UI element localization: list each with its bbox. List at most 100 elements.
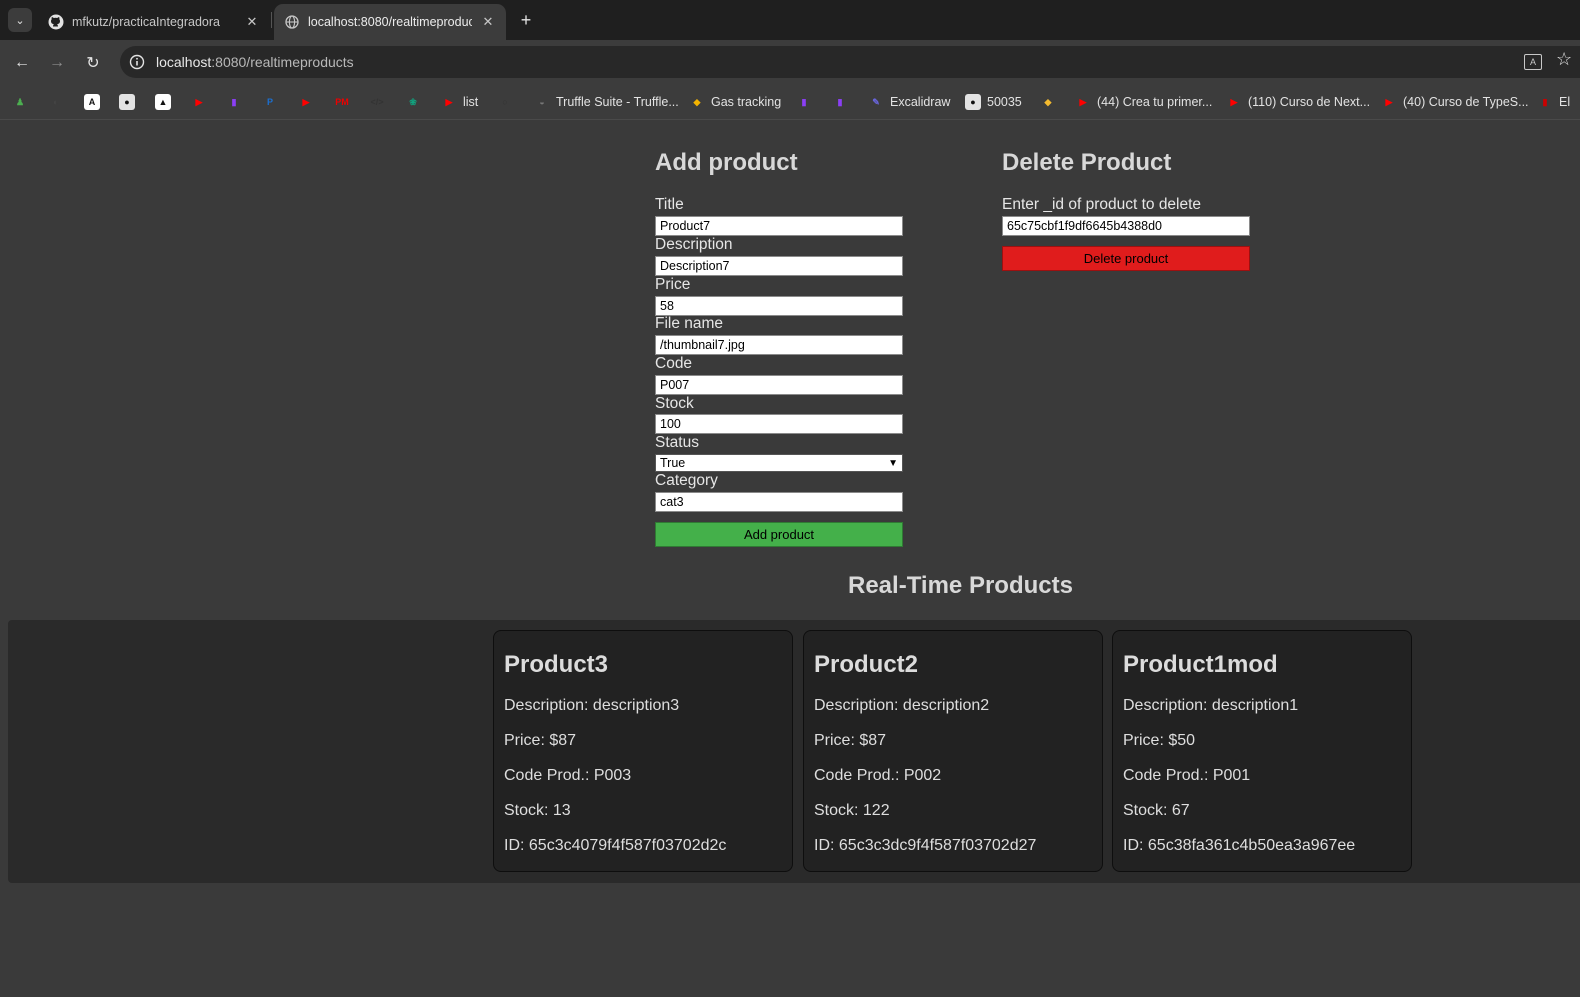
url-text[interactable]: localhost:8080/realtimeproducts xyxy=(156,54,354,70)
coder-icon: </> xyxy=(370,97,384,107)
product-id: ID: 65c3c4079f4f587f03702d2c xyxy=(504,837,727,854)
bookmark-item[interactable]: ▶ xyxy=(191,90,213,114)
product-stock: Stock: 122 xyxy=(814,802,890,819)
bookmark-item[interactable]: ● xyxy=(119,90,141,114)
translate-icon[interactable]: A xyxy=(1524,54,1542,70)
paypal-icon: P xyxy=(266,97,273,107)
bookmark-item[interactable]: ✎ Excalidraw xyxy=(868,90,950,114)
title-input[interactable] xyxy=(655,216,903,236)
status-selected-value: True xyxy=(660,456,686,470)
product-card: Product3 Description: description3 Price… xyxy=(493,630,793,872)
product-stock: Stock: 67 xyxy=(1123,802,1190,819)
address-bar[interactable]: localhost:8080/realtimeproducts A ☆ xyxy=(120,46,1580,78)
bookmark-item[interactable]: ▶ list xyxy=(441,90,479,114)
stock-input[interactable] xyxy=(655,414,903,434)
bookmark-item[interactable]: ◐ xyxy=(48,90,70,114)
tab-title: mfkutz/practicaIntegradora xyxy=(72,15,220,29)
product-id: ID: 65c38fa361c4b50ea3a967ee xyxy=(1123,837,1356,854)
twitch-icon: ▮ xyxy=(801,96,807,107)
product-code: Code Prod.: P003 xyxy=(504,767,632,784)
tab-divider xyxy=(271,12,272,28)
bookmark-item[interactable]: ◆ xyxy=(1040,90,1062,114)
bookmark-item[interactable]: ▮ El xyxy=(1537,90,1571,114)
file-name-input[interactable] xyxy=(655,335,903,355)
bookmark-item[interactable]: ▲ xyxy=(155,90,177,114)
truffle-icon: ◒ xyxy=(539,97,545,107)
youtube-icon: ▶ xyxy=(1079,96,1087,107)
bookmark-item[interactable]: ▮ xyxy=(796,90,818,114)
site-info-icon[interactable] xyxy=(126,51,148,73)
close-tab-icon[interactable]: ✕ xyxy=(244,14,260,30)
a-icon: A xyxy=(84,94,100,110)
code-input[interactable] xyxy=(655,375,903,395)
category-input[interactable] xyxy=(655,492,903,512)
bookmark-item[interactable]: ▶ xyxy=(298,90,320,114)
product-description: Description: description2 xyxy=(814,697,990,714)
price-label: Price xyxy=(655,276,691,293)
bookmark-item[interactable]: ▶ (44) Crea tu primer... xyxy=(1075,90,1213,114)
bookmark-item[interactable]: ▶ (110) Curso de Next... xyxy=(1226,90,1371,114)
code-label: Code xyxy=(655,355,693,372)
delete-id-label: Enter _id of product to delete xyxy=(1002,196,1202,213)
github-icon: ● xyxy=(965,94,981,110)
bookmark-label: Excalidraw xyxy=(890,95,951,109)
tab-search-dropdown-icon[interactable]: ⌄ xyxy=(8,8,32,32)
ring-icon: ○ xyxy=(502,97,508,107)
description-label: Description xyxy=(655,236,733,253)
delete-id-input[interactable] xyxy=(1002,216,1250,236)
bookmark-item[interactable]: A xyxy=(84,90,106,114)
product-description: Description: description3 xyxy=(504,697,680,714)
add-product-button[interactable]: Add product xyxy=(655,522,903,547)
forward-arrow-icon[interactable]: → xyxy=(44,50,70,76)
bookmarks-bar: ♟ ◐ A ● ▲ ▶ ▮ P ▶ PM </> ❀ ▶ list ○ ◒ Truffle Suite - Tr… xyxy=(0,84,1580,120)
tab-localhost[interactable]: localhost:8080/realtimeproduct ✕ xyxy=(274,4,506,40)
bookmark-star-icon[interactable]: ☆ xyxy=(1556,49,1572,70)
description-input[interactable] xyxy=(655,256,903,276)
price-input[interactable] xyxy=(655,296,903,316)
bookmark-item[interactable]: ▮ xyxy=(226,90,248,114)
bookmark-item[interactable]: </> xyxy=(369,90,391,114)
back-arrow-icon[interactable]: ← xyxy=(9,50,35,76)
url-host: localhost xyxy=(156,54,212,70)
product-price: Price: $50 xyxy=(1123,732,1196,749)
title-label: Title xyxy=(655,196,684,213)
chess-icon: ♟ xyxy=(15,96,25,107)
file-name-label: File name xyxy=(655,315,724,332)
bookmark-item[interactable]: ● 50035 xyxy=(965,90,1022,114)
youtube-icon: ▶ xyxy=(1385,96,1393,107)
delete-product-button[interactable]: Delete product xyxy=(1002,246,1250,271)
pm-icon: PM xyxy=(335,97,349,107)
status-select[interactable]: True ▼ xyxy=(655,454,903,472)
product-title: Product3 xyxy=(504,651,609,678)
chatgpt-icon: ❀ xyxy=(409,96,417,107)
bookmark-item[interactable]: ♟ xyxy=(12,90,34,114)
bookmark-label: 50035 xyxy=(987,95,1022,109)
bookmark-item[interactable]: ▮ xyxy=(832,90,854,114)
reload-icon[interactable]: ↻ xyxy=(80,50,106,76)
bookmark-item[interactable]: ◒ Truffle Suite - Truffle... xyxy=(534,90,678,114)
bookmark-item[interactable]: ▶ (40) Curso de TypeS... xyxy=(1381,90,1529,114)
stock-label: Stock xyxy=(655,395,694,412)
bookmark-item[interactable]: ◆ Gas tracking xyxy=(689,90,782,114)
vercel-icon: ▲ xyxy=(155,94,171,110)
close-tab-icon[interactable]: ✕ xyxy=(480,14,496,30)
bookmark-item[interactable]: ○ xyxy=(497,90,519,114)
delete-product-heading: Delete Product xyxy=(1002,149,1172,176)
bookmark-label: list xyxy=(463,95,479,109)
twitch-icon: ▮ xyxy=(837,96,843,107)
bookmark-icon: ▮ xyxy=(1542,96,1548,107)
product-title: Product1mod xyxy=(1123,651,1278,678)
bookmark-item[interactable]: PM xyxy=(334,90,356,114)
bookmark-item[interactable]: ❀ xyxy=(405,90,427,114)
product-description: Description: description1 xyxy=(1123,697,1299,714)
tab-github[interactable]: mfkutz/practicaIntegradora ✕ xyxy=(38,4,270,40)
new-tab-plus-icon[interactable]: + xyxy=(514,8,538,32)
bookmark-label: (110) Curso de Next... xyxy=(1248,95,1371,109)
product-card: Product1mod Description: description1 Pr… xyxy=(1112,630,1412,872)
youtube-icon: ▶ xyxy=(195,96,203,107)
real-time-products-heading: Real-Time Products xyxy=(848,572,1073,599)
excalidraw-icon: ✎ xyxy=(872,96,880,107)
category-label: Category xyxy=(655,472,718,489)
bookmark-item[interactable]: P xyxy=(262,90,284,114)
browser-toolbar: ← → ↻ localhost:8080/realtimeproducts A … xyxy=(0,40,1580,84)
